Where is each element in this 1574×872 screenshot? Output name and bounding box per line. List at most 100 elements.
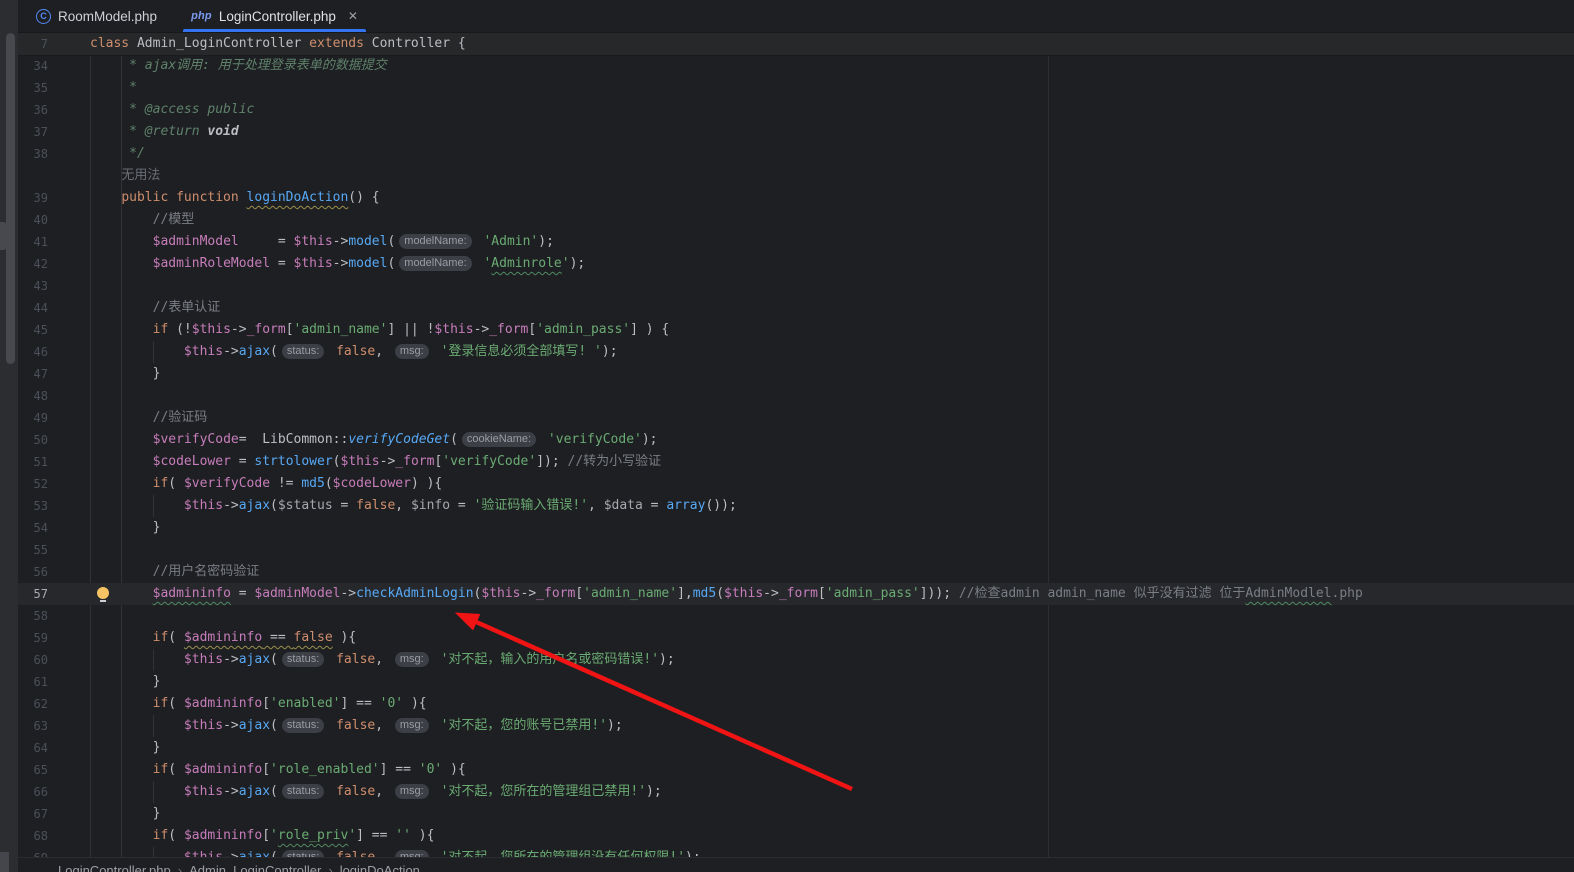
line-number: 63: [33, 719, 48, 733]
left-stripe-bottom-block: [0, 852, 9, 872]
line-number: 39: [33, 191, 48, 205]
breadcrumb-item[interactable]: Admin_LoginController: [189, 863, 321, 872]
tool-window-handle[interactable]: [0, 222, 7, 250]
line-number: 58: [33, 609, 48, 623]
inlay-parameter-hint: status:: [281, 718, 325, 733]
code-text: $this->ajax(status: false, msg: '登录信息必须全…: [183, 344, 618, 359]
line-number: 61: [33, 675, 48, 689]
line-number: 46: [33, 345, 48, 359]
code-text: $codeLower = strtolower($this->_form['ve…: [152, 454, 662, 469]
line-number: 60: [33, 653, 48, 667]
code-text: $this->ajax(status: false, msg: '对不起，您的账…: [183, 718, 623, 733]
line-number: 35: [33, 81, 48, 95]
breadcrumb: LoginController.php › Admin_LoginControlle…: [58, 863, 1574, 872]
code-text: class Admin_LoginController extends Cont…: [90, 36, 466, 51]
left-stripe-bar[interactable]: [6, 33, 15, 364]
code-line: 55: [18, 539, 1574, 561]
code-line: 37 * @return void: [18, 121, 1574, 143]
active-tab-underline: [183, 29, 366, 32]
close-tab-icon[interactable]: ✕: [348, 9, 358, 23]
code-text: if (!$this->_form['admin_name'] || !$thi…: [152, 322, 670, 337]
code-editor[interactable]: 34 * ajax调用: 用于处理登录表单的数据提交 35 * 36 * @acce…: [18, 55, 1574, 869]
left-tool-stripe: [0, 0, 18, 872]
code-text: if( $admininfo['enabled'] == '0' ){: [152, 696, 427, 711]
code-line: 45 if (!$this->_form['admin_name'] || !$…: [18, 319, 1574, 341]
inlay-parameter-hint: status:: [281, 344, 325, 359]
line-number: 52: [33, 477, 48, 491]
line-number: 42: [33, 257, 48, 271]
code-line: 57 $admininfo = $adminModel->checkAdminL…: [18, 583, 1574, 605]
editor-tab-bar: C RoomModel.php php LoginController.php …: [18, 0, 1574, 33]
code-line: 38 */: [18, 143, 1574, 165]
line-number: 64: [33, 741, 48, 755]
line-number: 56: [33, 565, 48, 579]
code-text: //用户名密码验证: [152, 564, 260, 579]
inlay-parameter-hint: status:: [281, 784, 325, 799]
breadcrumb-item[interactable]: LoginController.php: [58, 863, 171, 872]
inlay-parameter-hint: modelName:: [399, 234, 472, 249]
inlay-parameter-hint: msg:: [394, 718, 429, 733]
tab-label: RoomModel.php: [58, 8, 158, 24]
code-line: 64 }: [18, 737, 1574, 759]
code-text: public function loginDoAction() {: [121, 190, 380, 205]
code-line: 47 }: [18, 363, 1574, 385]
line-number: 7: [40, 37, 48, 51]
code-text: }: [90, 520, 161, 535]
code-line: 44 //表单认证: [18, 297, 1574, 319]
code-line: 62 if( $admininfo['enabled'] == '0' ){: [18, 693, 1574, 715]
code-text: $adminModel = $this->model(modelName: 'A…: [152, 234, 554, 249]
line-number: 48: [33, 389, 48, 403]
line-number: 51: [33, 455, 48, 469]
code-line: 66 $this->ajax(status: false, msg: '对不起，…: [18, 781, 1574, 803]
line-number: 34: [33, 59, 48, 73]
code-text: */: [90, 146, 145, 161]
code-text: $admininfo = $adminModel->checkAdminLogi…: [152, 586, 1363, 601]
breadcrumb-separator: ›: [328, 863, 333, 872]
code-line: 34 * ajax调用: 用于处理登录表单的数据提交: [18, 55, 1574, 77]
tab-roommodel[interactable]: C RoomModel.php: [28, 0, 165, 32]
code-text: * ajax调用: 用于处理登录表单的数据提交: [90, 58, 387, 73]
line-number: 37: [33, 125, 48, 139]
line-number: 50: [33, 433, 48, 447]
code-text: * @access public: [90, 102, 255, 117]
code-text: }: [90, 674, 161, 689]
code-text: }: [90, 740, 161, 755]
breadcrumbs-bar: LoginController.php › Admin_LoginControlle…: [18, 857, 1574, 872]
code-line: 59 if( $admininfo == false ){: [18, 627, 1574, 649]
code-rows: 34 * ajax调用: 用于处理登录表单的数据提交 35 * 36 * @acce…: [18, 55, 1574, 869]
line-number: 67: [33, 807, 48, 821]
code-text: * @return void: [90, 124, 239, 139]
line-number: 40: [33, 213, 48, 227]
code-line: 7 class Admin_LoginController extends Con…: [18, 33, 1574, 55]
line-number: 62: [33, 697, 48, 711]
code-line: 48: [18, 385, 1574, 407]
inlay-parameter-hint: msg:: [394, 344, 429, 359]
code-line: 49 //验证码: [18, 407, 1574, 429]
line-number: 59: [33, 631, 48, 645]
code-line: 52 if( $verifyCode != md5($codeLower) ){: [18, 473, 1574, 495]
code-text: $this->ajax(status: false, msg: '对不起，您所在…: [183, 784, 662, 799]
code-text: }: [90, 366, 161, 381]
line-number: 44: [33, 301, 48, 315]
line-number: 66: [33, 785, 48, 799]
code-line: 56 //用户名密码验证: [18, 561, 1574, 583]
code-line: 42 $adminRoleModel = $this->model(modelN…: [18, 253, 1574, 275]
code-text: *: [90, 80, 137, 95]
line-number: 57: [33, 587, 48, 601]
inlay-parameter-hint: msg:: [394, 652, 429, 667]
line-number: 36: [33, 103, 48, 117]
line-number: 54: [33, 521, 48, 535]
code-line: 40 //模型: [18, 209, 1574, 231]
code-line: 41 $adminModel = $this->model(modelName:…: [18, 231, 1574, 253]
inlay-parameter-hint: modelName:: [399, 256, 472, 271]
code-text: if( $admininfo['role_enabled'] == '0' ){: [152, 762, 466, 777]
tab-logincontroller[interactable]: php LoginController.php ✕: [183, 0, 366, 32]
code-line: 63 $this->ajax(status: false, msg: '对不起，…: [18, 715, 1574, 737]
line-number: 45: [33, 323, 48, 337]
code-text: if( $admininfo['role_priv'] == '' ){: [152, 828, 435, 843]
code-text: $adminRoleModel = $this->model(modelName…: [152, 256, 586, 271]
line-number: 43: [33, 279, 48, 293]
breadcrumb-item[interactable]: loginDoAction: [340, 863, 420, 872]
code-text: if( $verifyCode != md5($codeLower) ){: [152, 476, 443, 491]
line-number: 41: [33, 235, 48, 249]
